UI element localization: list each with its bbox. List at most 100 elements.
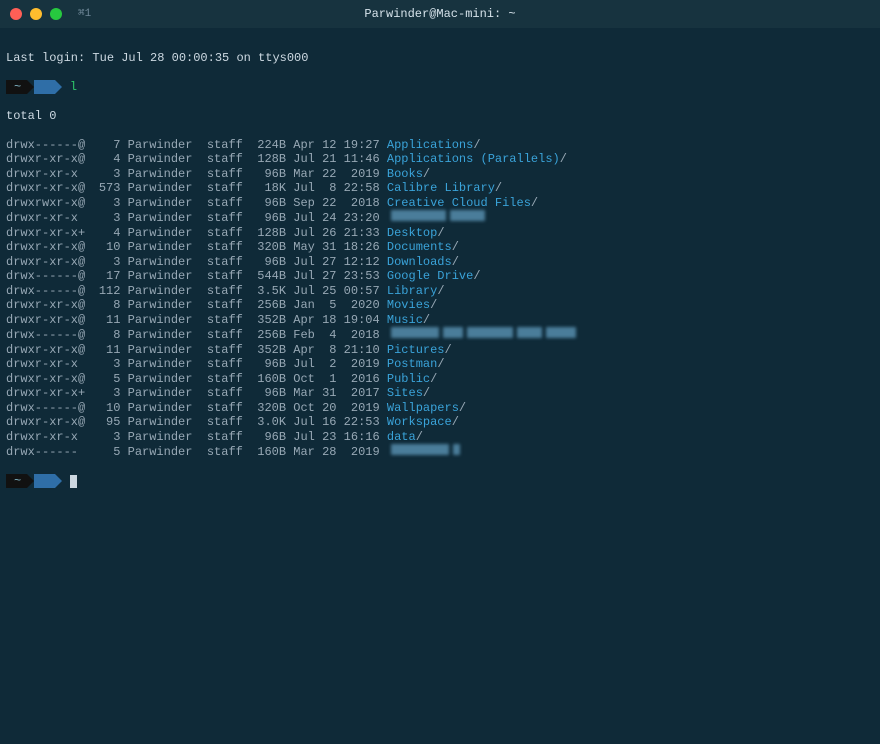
file-name: Public xyxy=(387,372,430,386)
link-count: 3 xyxy=(92,211,120,226)
list-item: drwxr-xr-x 3 Parwinder staff 96B Jul 2 2… xyxy=(6,357,874,372)
group: staff xyxy=(207,269,243,283)
close-window-button[interactable] xyxy=(10,8,22,20)
file-name: Applications (Parallels) xyxy=(387,152,560,166)
permissions: drwxr-xr-x xyxy=(6,167,85,181)
traffic-lights xyxy=(10,8,62,20)
list-item: drwxr-xr-x@ 5 Parwinder staff 160B Oct 1… xyxy=(6,372,874,387)
permissions: drwxr-xr-x@ xyxy=(6,181,85,195)
owner: Parwinder xyxy=(128,328,193,342)
permissions: drwxr-xr-x+ xyxy=(6,226,85,240)
permissions: drwx------@ xyxy=(6,401,85,415)
link-count: 4 xyxy=(92,226,120,241)
date-modified: Oct 1 2016 xyxy=(293,372,379,386)
list-item: drwxr-xr-x@ 11 Parwinder staff 352B Apr … xyxy=(6,343,874,358)
owner: Parwinder xyxy=(128,255,193,269)
group: staff xyxy=(207,313,243,327)
window-title: Parwinder@Mac-mini: ~ xyxy=(364,7,515,22)
group: staff xyxy=(207,357,243,371)
date-modified: Jul 8 22:58 xyxy=(293,181,379,195)
list-item: drwxrwxr-x@ 3 Parwinder staff 96B Sep 22… xyxy=(6,196,874,211)
list-item: drwxr-xr-x+ 4 Parwinder staff 128B Jul 2… xyxy=(6,226,874,241)
date-modified: Mar 22 2019 xyxy=(293,167,379,181)
directory-slash: / xyxy=(473,138,480,152)
file-size: 96B xyxy=(250,196,286,211)
file-name: Movies xyxy=(387,298,430,312)
date-modified: Jul 27 23:53 xyxy=(293,269,379,283)
permissions: drwxr-xr-x xyxy=(6,211,85,225)
date-modified: Jul 23 16:16 xyxy=(293,430,379,444)
link-count: 8 xyxy=(92,298,120,313)
link-count: 3 xyxy=(92,357,120,372)
group: staff xyxy=(207,167,243,181)
directory-slash: / xyxy=(430,298,437,312)
permissions: drwx------ xyxy=(6,445,85,459)
link-count: 11 xyxy=(92,313,120,328)
permissions: drwxr-xr-x@ xyxy=(6,255,85,269)
file-name: Sites xyxy=(387,386,423,400)
list-item: drwxr-xr-x@ 573 Parwinder staff 18K Jul … xyxy=(6,181,874,196)
list-item: drwx------ 5 Parwinder staff 160B Mar 28… xyxy=(6,444,874,460)
owner: Parwinder xyxy=(128,196,193,210)
file-name: Applications xyxy=(387,138,473,152)
owner: Parwinder xyxy=(128,240,193,254)
list-item: drwxr-xr-x 3 Parwinder staff 96B Jul 24 … xyxy=(6,210,874,226)
list-item: drwxr-xr-x@ 10 Parwinder staff 320B May … xyxy=(6,240,874,255)
link-count: 3 xyxy=(92,255,120,270)
group: staff xyxy=(207,401,243,415)
file-name: Downloads xyxy=(387,255,452,269)
directory-slash: / xyxy=(445,343,452,357)
file-size: 96B xyxy=(250,211,286,226)
group: staff xyxy=(207,138,243,152)
directory-slash: / xyxy=(437,226,444,240)
file-size: 96B xyxy=(250,386,286,401)
owner: Parwinder xyxy=(128,181,193,195)
directory-slash: / xyxy=(452,415,459,429)
file-name: Desktop xyxy=(387,226,437,240)
owner: Parwinder xyxy=(128,343,193,357)
date-modified: Jul 16 22:53 xyxy=(293,415,379,429)
file-size: 256B xyxy=(250,298,286,313)
list-item: drwx------@ 7 Parwinder staff 224B Apr 1… xyxy=(6,138,874,153)
maximize-window-button[interactable] xyxy=(50,8,62,20)
prompt-line-2[interactable]: ~ xyxy=(6,474,874,489)
file-size: 96B xyxy=(250,430,286,445)
owner: Parwinder xyxy=(128,138,193,152)
terminal-output[interactable]: Last login: Tue Jul 28 00:00:35 on ttys0… xyxy=(0,28,880,511)
link-count: 3 xyxy=(92,386,120,401)
file-name: Documents xyxy=(387,240,452,254)
minimize-window-button[interactable] xyxy=(30,8,42,20)
list-item: drwxr-xr-x@ 3 Parwinder staff 96B Jul 27… xyxy=(6,255,874,270)
link-count: 5 xyxy=(92,445,120,460)
directory-slash: / xyxy=(423,167,430,181)
owner: Parwinder xyxy=(128,372,193,386)
group: staff xyxy=(207,298,243,312)
date-modified: Apr 8 21:10 xyxy=(293,343,379,357)
date-modified: Jul 25 00:57 xyxy=(293,284,379,298)
directory-slash: / xyxy=(531,196,538,210)
permissions: drwxr-xr-x@ xyxy=(6,240,85,254)
owner: Parwinder xyxy=(128,284,193,298)
owner: Parwinder xyxy=(128,298,193,312)
permissions: drwxr-xr-x@ xyxy=(6,343,85,357)
file-size: 128B xyxy=(250,152,286,167)
permissions: drwx------@ xyxy=(6,284,85,298)
permissions: drwxr-xr-x@ xyxy=(6,152,85,166)
file-name: Books xyxy=(387,167,423,181)
link-count: 11 xyxy=(92,343,120,358)
file-size: 544B xyxy=(250,269,286,284)
cursor xyxy=(70,475,77,488)
owner: Parwinder xyxy=(128,269,193,283)
permissions: drwxr-xr-x@ xyxy=(6,298,85,312)
owner: Parwinder xyxy=(128,152,193,166)
file-name: Google Drive xyxy=(387,269,473,283)
file-size: 320B xyxy=(250,401,286,416)
file-size: 256B xyxy=(250,328,286,343)
redacted-filename xyxy=(391,327,580,343)
list-item: drwxr-xr-x 3 Parwinder staff 96B Jul 23 … xyxy=(6,430,874,445)
permissions: drwxr-xr-x xyxy=(6,430,85,444)
directory-slash: / xyxy=(495,181,502,195)
file-size: 160B xyxy=(250,372,286,387)
group: staff xyxy=(207,343,243,357)
group: staff xyxy=(207,181,243,195)
